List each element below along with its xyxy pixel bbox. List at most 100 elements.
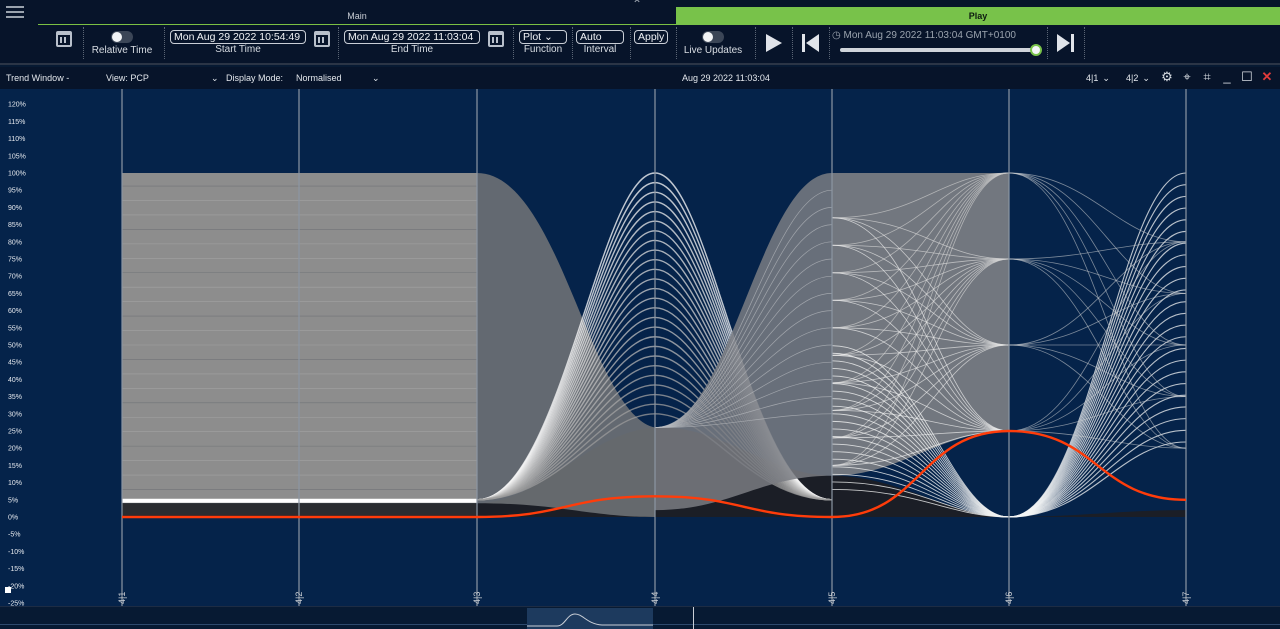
series-line <box>1008 241 1187 346</box>
series-line <box>1008 258 1187 397</box>
skip-forward-icon <box>1057 34 1075 52</box>
chevron-down-icon[interactable]: ⌄ <box>211 73 219 84</box>
y-tick-label: 65% <box>8 291 22 298</box>
selector-2-value: 4|2 <box>1126 73 1139 83</box>
end-time-field[interactable]: Mon Aug 29 2022 11:03:04 <box>344 30 480 44</box>
window-title: Trend Window - <box>6 73 70 83</box>
y-tick-label: 20% <box>8 446 22 453</box>
y-tick-label: -5% <box>8 532 20 539</box>
y-tick-label: 35% <box>8 394 22 401</box>
y-tick-label: 5% <box>8 497 18 504</box>
interval-label: Interval <box>583 44 617 55</box>
skip-to-end-button[interactable] <box>1057 27 1075 63</box>
end-calendar-button[interactable] <box>488 31 504 67</box>
calendar-clock-icon <box>488 31 504 47</box>
selector-1[interactable]: 4|1 ⌄ <box>1086 73 1110 84</box>
hamburger-menu-icon[interactable] <box>4 3 26 23</box>
maximize-icon[interactable]: ☐ <box>1240 70 1254 84</box>
collapse-chevron-icon[interactable]: ⌃ <box>632 0 642 11</box>
close-icon[interactable]: ✕ <box>1260 70 1274 84</box>
trend-app: Main ⌃ Play Relative Time Mon Aug 29 202… <box>0 0 1280 629</box>
minimize-icon[interactable]: _ <box>1220 70 1234 84</box>
function-select[interactable]: Plot ⌄ <box>519 30 567 44</box>
y-tick-label: 60% <box>8 308 22 315</box>
y-tick-label: 85% <box>8 222 22 229</box>
pcp-axis-label: 4|4 <box>650 592 660 604</box>
chevron-down-icon: ⌄ <box>1142 73 1150 83</box>
calendar-icon <box>56 31 72 47</box>
function-group: Plot ⌄ Function <box>519 27 567 63</box>
y-tick-label: 50% <box>8 343 22 350</box>
play-icon <box>766 34 782 52</box>
y-tick-label: 45% <box>8 360 22 367</box>
y-tick-label: 10% <box>8 480 22 487</box>
calendar-button[interactable] <box>56 31 72 67</box>
view-selector[interactable]: View: PCP <box>106 73 149 83</box>
function-label: Function <box>523 44 563 55</box>
overview-selection-window[interactable] <box>527 608 653 629</box>
end-time-group: Mon Aug 29 2022 11:03:04 End Time <box>344 27 480 63</box>
y-tick-label: -15% <box>8 566 24 573</box>
play-button[interactable] <box>766 27 782 63</box>
relative-time-toggle[interactable] <box>111 31 133 43</box>
y-tick-label: 70% <box>8 274 22 281</box>
display-mode-value: Normalised <box>296 73 342 83</box>
view-label: View: <box>106 73 128 83</box>
relative-time-group: Relative Time <box>88 27 156 63</box>
chevron-down-icon: ⌄ <box>541 31 553 43</box>
tag-remove-icon[interactable]: ⌗ <box>1200 70 1214 84</box>
tab-main[interactable]: Main <box>38 7 676 25</box>
pcp-axis-label: 4|1 <box>117 592 127 604</box>
clock-icon: ◷ <box>832 30 844 41</box>
interval-field[interactable]: Auto <box>576 30 624 44</box>
y-tick-label: 90% <box>8 205 22 212</box>
start-calendar-button[interactable] <box>314 31 330 67</box>
y-tick-label: 100% <box>8 171 26 178</box>
pcp-axis-label: 4|6 <box>1004 592 1014 604</box>
chevron-down-icon[interactable]: ⌄ <box>372 73 380 84</box>
series-line <box>1008 195 1187 518</box>
y-tick-label: 75% <box>8 257 22 264</box>
pcp-axis-label: 4|2 <box>294 592 304 604</box>
pcp-axis-label: 4|3 <box>472 592 482 604</box>
series-line <box>1008 172 1187 294</box>
start-time-field[interactable]: Mon Aug 29 2022 10:54:49 <box>170 30 306 44</box>
relative-time-label: Relative Time <box>91 45 153 56</box>
y-tick-label: 40% <box>8 377 22 384</box>
live-updates-toggle[interactable] <box>702 31 724 43</box>
pcp-axis-label: 4|5 <box>827 592 837 604</box>
skip-to-start-button[interactable] <box>802 27 820 63</box>
interval-group: Auto Interval <box>576 27 624 63</box>
playback-slider[interactable] <box>840 44 1042 56</box>
live-updates-label: Live Updates <box>683 45 743 56</box>
pcp-plot[interactable]: 120% 115% 110% 105% 100% 95% 90% 85% 80% 75% 70% 65… <box>0 89 1280 606</box>
y-tick-label: 30% <box>8 411 22 418</box>
function-value: Plot <box>523 31 542 43</box>
tab-strip: Main ⌃ Play <box>0 0 1280 25</box>
apply-button[interactable]: Apply <box>634 30 669 44</box>
window-timestamp: Aug 29 2022 11:03:04 <box>682 73 770 83</box>
pcp-axis-label: 4|7 <box>1181 592 1191 604</box>
y-tick-label: 105% <box>8 153 26 160</box>
window-controls: ⚙ ⌖ ⌗ _ ☐ ✕ <box>1160 70 1274 84</box>
y-tick-label: 0% <box>8 515 18 522</box>
overview-cursor[interactable] <box>693 607 694 629</box>
end-time-label: End Time <box>390 44 434 55</box>
tab-play[interactable]: Play <box>676 7 1280 25</box>
y-tick-label: 120% <box>8 102 26 109</box>
legend-marker <box>5 587 11 593</box>
skip-back-icon <box>802 34 820 52</box>
start-time-label: Start Time <box>215 44 261 55</box>
live-updates-group: Live Updates <box>680 27 746 63</box>
tag-icon[interactable]: ⌖ <box>1180 70 1194 84</box>
playback-position-group: ◷ Mon Aug 29 2022 11:03:04 GMT+0100 <box>832 27 1044 63</box>
chevron-down-icon: ⌄ <box>1102 73 1110 83</box>
y-tick-label: 15% <box>8 463 22 470</box>
pcp-chart-svg: 120% 115% 110% 105% 100% 95% 90% 85% 80% 75% 70% 65… <box>5 89 1191 606</box>
y-tick-label: 110% <box>8 136 25 143</box>
display-mode-selector[interactable]: Normalised <box>296 73 342 83</box>
start-time-group: Mon Aug 29 2022 10:54:49 Start Time <box>170 27 306 63</box>
gear-icon[interactable]: ⚙ <box>1160 70 1174 84</box>
playback-slider-thumb[interactable] <box>1030 44 1042 56</box>
selector-2[interactable]: 4|2 ⌄ <box>1126 73 1150 84</box>
